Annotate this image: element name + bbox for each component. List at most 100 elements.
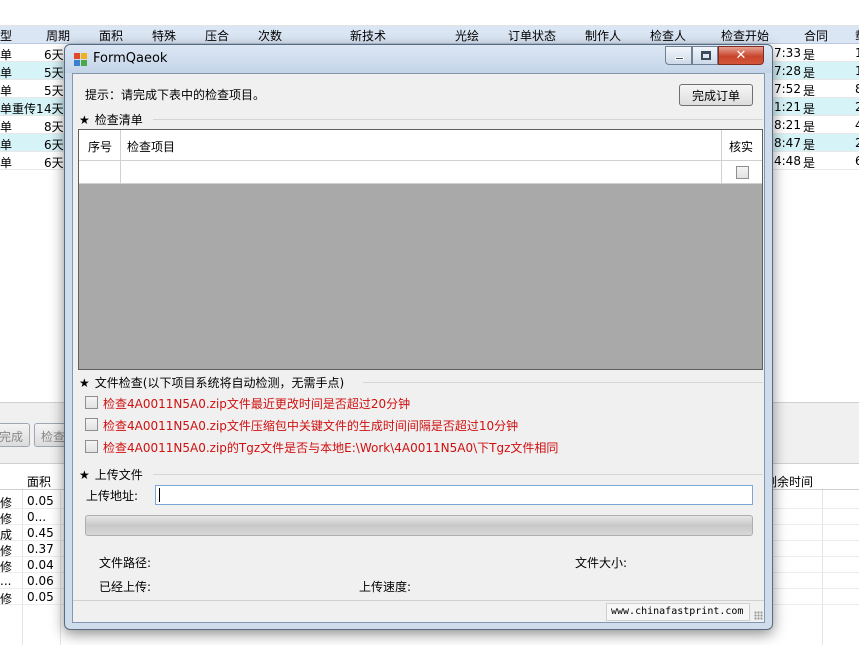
bg-cell: 是 — [803, 138, 816, 152]
bg-complete-button[interactable]: 完成 — [0, 423, 31, 447]
bg-col-checker[interactable]: 检查人 — [650, 27, 686, 44]
grid-column-divider — [120, 130, 121, 184]
bg-cell: 2 — [855, 136, 859, 150]
bg-cell: 是 — [803, 84, 816, 98]
bg-col-contract[interactable]: 合同 — [804, 27, 828, 44]
bg-cell: 4:48 — [774, 154, 801, 168]
complete-order-button[interactable]: 完成订单 — [679, 84, 753, 106]
bg-cell: 8:21 — [774, 118, 801, 132]
bg-cell: 5天 — [44, 66, 64, 80]
status-url: www.chinafastprint.com — [606, 603, 750, 621]
col-index-header[interactable]: 序号 — [88, 138, 112, 155]
bg-col-maker[interactable]: 制作人 — [585, 27, 621, 44]
upload-section-title: 上传文件 — [94, 468, 143, 482]
bg-col-area[interactable]: 面积 — [99, 27, 123, 44]
checklist-section-title: 检查清单 — [94, 113, 143, 127]
bg-col-special[interactable]: 特殊 — [152, 27, 176, 44]
bg-cell: 7:33 — [774, 46, 801, 60]
bg2-cell: 修 — [0, 592, 13, 606]
bg-cell: 单 — [0, 48, 13, 62]
bg-cell: 是 — [803, 120, 816, 134]
bg-col-cycle[interactable]: 周期 — [46, 27, 70, 44]
bg-col-order-status[interactable]: 订单状态 — [508, 27, 556, 44]
file-path-label: 文件路径: — [99, 556, 152, 570]
star-icon: ★ — [79, 376, 90, 390]
section-divider — [363, 382, 763, 383]
bg-col-count[interactable]: 次数 — [258, 27, 282, 44]
star-icon: ★ — [79, 468, 90, 482]
bg-col-newtech[interactable]: 新技术 — [350, 27, 386, 44]
upload-speed-label: 上传速度: — [359, 580, 412, 594]
checklist-grid[interactable]: 序号 检查项目 核实 — [78, 129, 763, 370]
file-check-checkbox[interactable] — [85, 440, 98, 453]
bg2-cell: 0.05 — [27, 590, 54, 604]
bg-cell: 单 — [0, 84, 13, 98]
bg-cell: 是 — [803, 102, 816, 116]
checklist-grid-header: 序号 检查项目 核实 — [79, 130, 762, 161]
form-qaeok-dialog: FormQaeok ✕ 提示：请完成下表中的检查项目。 完成订单 ★ 检查清单 序… — [64, 44, 773, 630]
close-icon: ✕ — [735, 48, 747, 63]
background-toolbar-strip — [0, 0, 859, 26]
bg-cell: 8:47 — [774, 136, 801, 150]
col-verified-header[interactable]: 核实 — [729, 138, 753, 155]
bg-col-photoplot[interactable]: 光绘 — [455, 27, 479, 44]
bg-cell: 单 — [0, 120, 13, 134]
dialog-title-bar[interactable]: FormQaeok ✕ — [65, 45, 772, 73]
bg-cell: 8 — [855, 82, 859, 96]
bg-cell: 6天 — [44, 48, 64, 62]
bg-cell: 单 — [0, 66, 13, 80]
grid-column-divider — [721, 130, 722, 184]
bg-cell: 单 — [0, 156, 13, 170]
section-divider — [153, 474, 763, 475]
text-caret — [159, 488, 160, 502]
hint-label: 提示：请完成下表中的检查项目。 — [85, 88, 266, 102]
bg2-cell: 0.05 — [27, 494, 54, 508]
file-size-label: 文件大小: — [575, 556, 628, 570]
file-check-text: 检查4A0011N5A0.zip文件最近更改时间是否超过20分钟 — [103, 397, 411, 411]
uploaded-label: 已经上传: — [99, 580, 152, 594]
bg-cell: 6天 — [44, 156, 64, 170]
col-item-header[interactable]: 检查项目 — [127, 138, 175, 155]
bg-cell: 7:28 — [774, 64, 801, 78]
bg-cell: 1 — [855, 64, 859, 78]
resize-grip-icon[interactable] — [754, 611, 763, 620]
maximize-icon — [701, 51, 711, 60]
app-icon — [74, 53, 87, 66]
bg2-cell: 0.04 — [27, 558, 54, 572]
dialog-title: FormQaeok — [93, 51, 168, 66]
bg-cell: 7:52 — [774, 82, 801, 96]
close-button[interactable]: ✕ — [718, 46, 764, 65]
bg-cell: 是 — [803, 66, 816, 80]
bg2-cell: ... — [0, 574, 12, 588]
bg-cell: 5天 — [44, 84, 64, 98]
bg-cell: 是 — [803, 48, 816, 62]
bg-col-press[interactable]: 压合 — [205, 27, 229, 44]
bg-cell: 单重传1 — [0, 102, 44, 116]
star-icon: ★ — [79, 113, 90, 127]
dialog-client-area: 提示：请完成下表中的检查项目。 完成订单 ★ 检查清单 序号 检查项目 核实 ★ 文… — [72, 73, 765, 623]
maximize-button[interactable] — [692, 46, 718, 65]
checklist-section-label: ★ 检查清单 — [79, 111, 143, 128]
table-row[interactable] — [79, 161, 762, 184]
section-divider — [153, 119, 763, 120]
bg2-cell: 0... — [27, 510, 47, 524]
bg-cell: 6天 — [44, 138, 64, 152]
bg2-col-area[interactable]: 面积 — [27, 473, 51, 490]
bg-cell: 是 — [803, 156, 816, 170]
bg2-cell: 0.06 — [27, 574, 54, 588]
upload-progress-bar — [85, 515, 753, 536]
file-check-section-label: ★ 文件检查(以下项目系统将自动检测，无需手点) — [79, 374, 344, 391]
file-check-checkbox[interactable] — [85, 418, 98, 431]
bg-col-last[interactable]: 载 — [855, 27, 859, 44]
bg-col-check-start[interactable]: 检查开始 — [721, 27, 769, 44]
bg-col-type[interactable]: 型 — [0, 27, 12, 44]
upload-section-label: ★ 上传文件 — [79, 466, 143, 483]
file-check-checkbox[interactable] — [85, 396, 98, 409]
minimize-icon — [675, 57, 684, 60]
verified-checkbox[interactable] — [736, 166, 749, 179]
file-check-text: 检查4A0011N5A0.zip的Tgz文件是否与本地E:\Work\4A001… — [103, 441, 559, 455]
minimize-button[interactable] — [665, 46, 692, 65]
bg-cell: 1 — [855, 46, 859, 60]
bg-cell: 1:21 — [774, 100, 801, 114]
upload-address-input[interactable] — [155, 485, 753, 505]
